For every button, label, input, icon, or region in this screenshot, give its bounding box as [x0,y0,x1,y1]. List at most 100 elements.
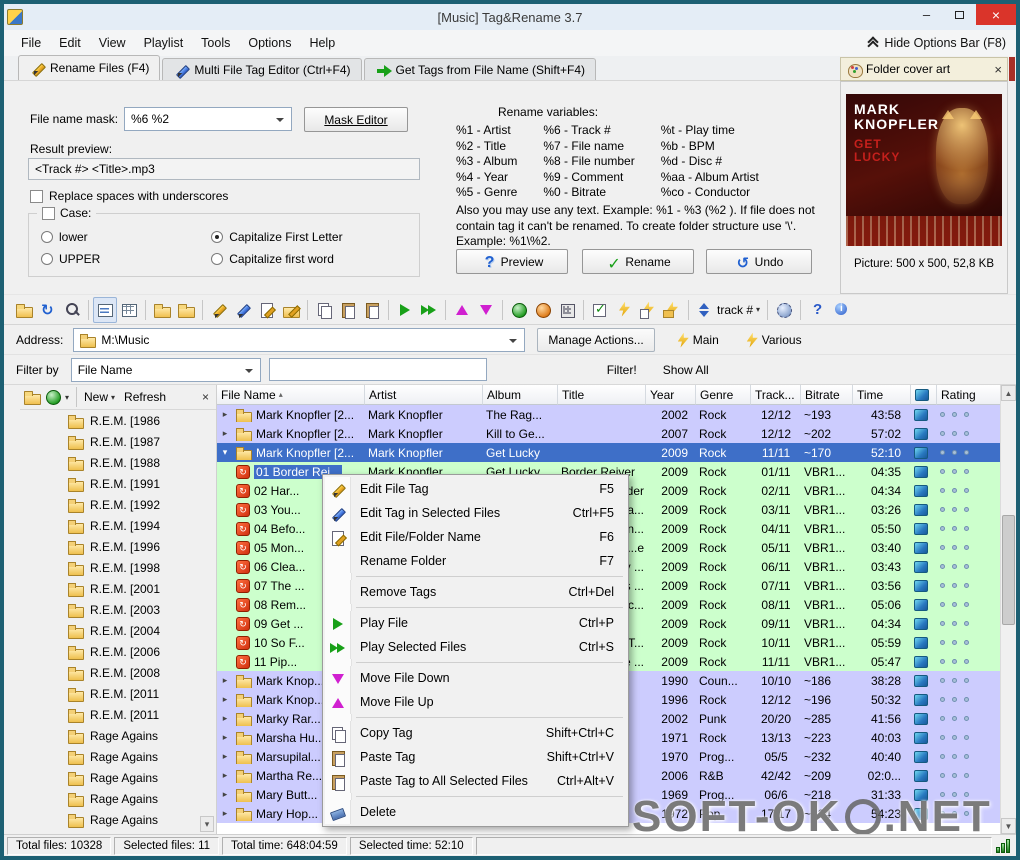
scroll-up-icon[interactable]: ▲ [1001,385,1016,401]
tree-item[interactable]: R.E.M. [2011 [20,704,216,725]
tree-item[interactable]: Rage Agains [20,809,216,830]
tree-item[interactable]: R.E.M. [1998 [20,557,216,578]
folder-open-button[interactable] [150,297,174,323]
tree-item[interactable]: R.E.M. [2011 [20,683,216,704]
expand-arrow-icon[interactable]: ▸ [217,732,233,743]
view-list-button[interactable] [93,296,117,323]
folder-pen-button[interactable] [279,297,303,323]
tree-item[interactable]: Rage Agains [20,767,216,788]
show-all-button[interactable]: Show All [655,363,717,377]
tree-item[interactable]: R.E.M. [1991 [20,473,216,494]
file-name-mask-combo[interactable]: %6 %2 [124,107,292,131]
search-button[interactable] [60,297,84,323]
address-combo[interactable]: M:\Music [73,327,526,352]
case-checkbox-icon[interactable] [42,206,55,220]
lightning-folder-button[interactable] [660,297,684,323]
tab-get-tags-from-file-name-shift-f4[interactable]: Get Tags from File Name (Shift+F4) [363,58,597,80]
lightning-copy-button[interactable] [636,297,660,323]
tree-item[interactable]: Rage Agains [20,788,216,809]
case-option-capitalize-first-word[interactable]: Capitalize first word [211,248,411,270]
menuitem-rename-folder[interactable]: Rename Folder F7 [325,549,626,573]
pen-yellow-button[interactable] [207,297,231,323]
dropdown-arrow-icon[interactable]: ▾ [65,393,69,402]
menu-view[interactable]: View [90,32,135,54]
tree-item[interactable]: R.E.M. [1996 [20,536,216,557]
refresh-button[interactable] [36,297,60,323]
column-header-title[interactable]: Title [558,385,646,405]
new-dropdown-icon[interactable]: ▾ [111,393,115,402]
undo-button[interactable]: Undo [706,249,812,274]
menuitem-delete[interactable]: Delete [325,800,626,824]
folder-closed-button[interactable] [174,297,198,323]
play-button[interactable] [393,297,417,323]
mask-editor-button[interactable]: Mask Editor [304,107,408,132]
menuitem-paste-tag-to-all-selected-files[interactable]: Paste Tag to All Selected Files Ctrl+Alt+… [325,769,626,793]
rename-button[interactable]: Rename [582,249,694,274]
tree-item[interactable]: R.E.M. [1987 [20,431,216,452]
menuitem-play-selected-files[interactable]: Play Selected Files Ctrl+S [325,635,626,659]
tree-close-icon[interactable]: × [198,390,213,404]
expand-arrow-icon[interactable]: ▸ [217,808,233,819]
expand-arrow-icon[interactable]: ▸ [217,770,233,781]
menuitem-edit-file-tag[interactable]: Edit File Tag F5 [325,477,626,501]
column-header-rating[interactable]: Rating [937,385,1000,405]
various-actions-button[interactable]: Various [732,328,813,352]
tree-item[interactable]: R.E.M. [2006 [20,641,216,662]
tree-item[interactable]: R.E.M. [2001 [20,578,216,599]
tree-item[interactable]: R.E.M. [2003 [20,599,216,620]
file-row[interactable]: ▾ Mark Knopfler [2... Mark Knopfler Get Luc… [217,443,1000,462]
menuitem-remove-tags[interactable]: Remove Tags Ctrl+Del [325,580,626,604]
replace-underscores-option[interactable]: Replace spaces with underscores [30,189,228,203]
menu-tools[interactable]: Tools [192,32,239,54]
menuitem-edit-file-folder-name[interactable]: Edit File/Folder Name F6 [325,525,626,549]
checkbox-icon[interactable] [30,189,43,203]
column-header-album[interactable]: Album [483,385,558,405]
check-pen-button[interactable] [588,297,612,323]
gear-globe-button[interactable] [772,297,796,323]
column-header-year[interactable]: Year [646,385,696,405]
tri-down-button[interactable] [474,297,498,323]
hide-options-bar-button[interactable]: Hide Options Bar (F8) [868,30,1006,56]
close-button[interactable]: × [976,4,1016,25]
menu-options[interactable]: Options [239,32,300,54]
cover-close-icon[interactable]: × [994,62,1002,77]
expand-arrow-icon[interactable]: ▸ [217,789,233,800]
expand-arrow-icon[interactable]: ▸ [217,675,233,686]
tree-item[interactable]: R.E.M. [1992 [20,494,216,515]
tree-item[interactable]: Rage Agains [20,725,216,746]
tab-folder-cover-art[interactable]: Folder cover art × [840,57,1008,81]
column-header-tag-type[interactable] [911,385,937,405]
column-header-genre[interactable]: Genre [696,385,751,405]
expand-arrow-icon[interactable]: ▸ [217,409,233,420]
column-header-file-name[interactable]: File Name ▴ [217,385,365,405]
play2-button[interactable] [417,297,441,323]
manage-actions-button[interactable]: Manage Actions... [537,327,655,352]
filter-field-combo[interactable]: File Name [70,357,261,382]
refresh-button[interactable]: Refresh [124,390,166,404]
paste-all-button[interactable] [360,297,384,323]
tab-multi-file-tag-editor-ctrl-f4[interactable]: Multi File Tag Editor (Ctrl+F4) [162,58,362,80]
expand-arrow-icon[interactable]: ▸ [217,428,233,439]
menuitem-move-file-down[interactable]: Move File Down [325,666,626,690]
preview-button[interactable]: Preview [456,249,568,274]
menuitem-play-file[interactable]: Play File Ctrl+P [325,611,626,635]
main-actions-button[interactable]: Main [663,328,730,352]
case-option-lower[interactable]: lower [41,226,211,248]
menu-edit[interactable]: Edit [50,32,90,54]
tree-item[interactable]: R.E.M. [1988 [20,452,216,473]
expand-arrow-icon[interactable]: ▾ [217,447,233,458]
filter-input[interactable] [268,358,487,381]
new-folder-icon[interactable] [23,388,41,406]
folder-open-button[interactable] [12,297,36,323]
menu-playlist[interactable]: Playlist [135,32,193,54]
menuitem-move-file-up[interactable]: Move File Up [325,690,626,714]
scroll-thumb[interactable] [1002,515,1015,625]
case-option-upper[interactable]: UPPER [41,248,211,270]
tree-item[interactable]: Rage Agains [20,746,216,767]
tri-up-button[interactable] [450,297,474,323]
info-button[interactable] [829,297,853,323]
tree-item[interactable]: R.E.M. [2008 [20,662,216,683]
expand-arrow-icon[interactable]: ▸ [217,713,233,724]
scroll-down-icon[interactable]: ▼ [1001,818,1016,834]
menuitem-paste-tag[interactable]: Paste Tag Shift+Ctrl+V [325,745,626,769]
